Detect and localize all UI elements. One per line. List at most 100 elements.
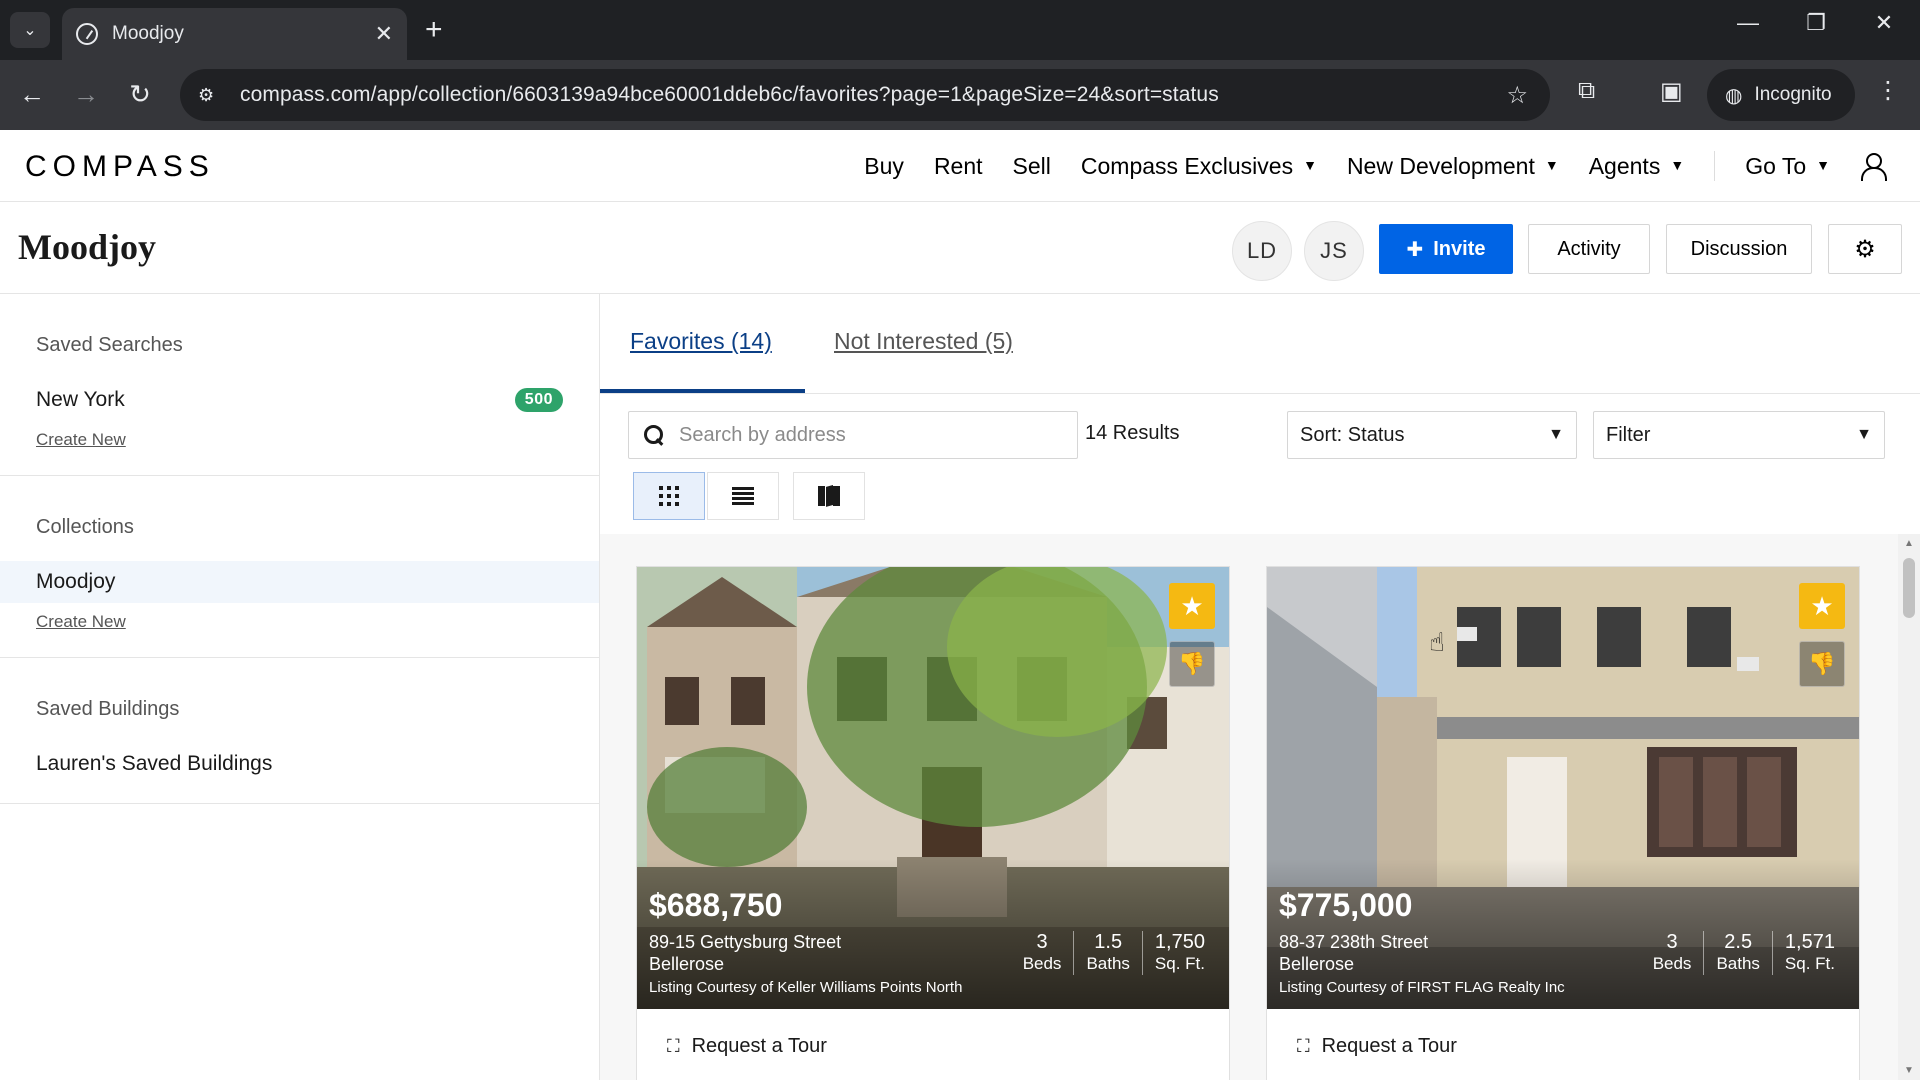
settings-button[interactable]: ⚙ (1828, 224, 1902, 274)
stat-value: 3 (1036, 931, 1048, 953)
incognito-label: Incognito (1754, 84, 1832, 105)
browser-tab-bar: ⌄ Moodjoy ✕ + — ❐ ✕ (0, 0, 1920, 60)
listing-photo[interactable]: ★ 👎 $688,750 89-15 Gettysburg Street Bel… (637, 567, 1229, 1009)
minimize-icon[interactable]: — (1718, 10, 1778, 36)
thumbs-down-icon[interactable]: 👎 (1799, 641, 1845, 687)
grid-icon (659, 486, 679, 506)
saved-buildings-section: Saved Buildings Lauren's Saved Buildings (0, 658, 599, 804)
sidebar-item-new-york[interactable]: New York 500 (0, 379, 599, 421)
avatar[interactable]: JS (1304, 221, 1364, 281)
listing-address[interactable]: 88-37 238th Street Bellerose (1279, 931, 1428, 975)
grid-view-button[interactable] (633, 472, 705, 520)
nav-buy[interactable]: Buy (864, 153, 904, 180)
listing-street: 88-37 238th Street (1279, 932, 1429, 952)
activity-button[interactable]: Activity (1528, 224, 1650, 274)
stat-label: Beds (1022, 954, 1062, 973)
favorite-star-icon[interactable]: ★ (1799, 583, 1845, 629)
address-bar[interactable]: ⚙ compass.com/app/collection/6603139a94b… (180, 69, 1550, 121)
collections-section: Collections Moodjoy Create New (0, 476, 599, 658)
create-new-collection-link[interactable]: Create New (0, 605, 599, 639)
invite-button[interactable]: ✚ Invite (1379, 224, 1513, 274)
request-tour-button[interactable]: ⛶ Request a Tour (667, 1035, 827, 1058)
discussion-button[interactable]: Discussion (1666, 224, 1812, 274)
list-icon (732, 487, 754, 505)
stat-label: Baths (1086, 954, 1130, 973)
listing-card[interactable]: ★ 👎 $688,750 89-15 Gettysburg Street Bel… (636, 566, 1230, 1080)
sidebar-item-saved-buildings[interactable]: Lauren's Saved Buildings (0, 743, 599, 785)
map-icon (818, 485, 841, 507)
browser-menu-icon[interactable]: ⋮ (1876, 76, 1900, 105)
compass-logo[interactable]: COMPASS (25, 150, 215, 184)
new-tab-button[interactable]: + (425, 12, 443, 48)
nav-go-to[interactable]: Go To ▼ (1745, 153, 1830, 180)
tab-not-interested[interactable]: Not Interested (5) (834, 328, 1013, 355)
results-count: 14 Results (1085, 422, 1180, 444)
back-arrow-icon[interactable]: ← (12, 74, 52, 114)
scroll-down-icon[interactable]: ▼ (1904, 1065, 1914, 1076)
forward-arrow-icon[interactable]: → (66, 74, 106, 114)
sort-label: Sort: Status (1300, 423, 1405, 446)
pointer-hand-icon: ☝ (1429, 627, 1445, 657)
listing-city: Bellerose (649, 954, 725, 974)
incognito-indicator[interactable]: ◍ Incognito (1707, 69, 1855, 121)
listing-stats: 3 Beds 2.5 Baths 1,571 Sq. Ft. (1641, 931, 1847, 975)
nav-divider (1714, 151, 1716, 181)
request-tour-button[interactable]: ⛶ Request a Tour (1297, 1035, 1457, 1058)
nav-sell[interactable]: Sell (1013, 153, 1051, 180)
scroll-thumb[interactable] (1903, 558, 1915, 618)
nav-rent[interactable]: Rent (934, 153, 983, 180)
tour-map-icon: ⛶ (1297, 1036, 1310, 1056)
listing-card[interactable]: ★ 👎 $775,000 88-37 238th Street Belleros… (1266, 566, 1860, 1080)
stat-value: 1.5 (1094, 931, 1123, 953)
tab-search-button[interactable]: ⌄ (10, 12, 50, 48)
discussion-label: Discussion (1690, 237, 1788, 260)
window-close-icon[interactable]: ✕ (1854, 10, 1914, 36)
site-info-icon[interactable]: ⚙ (198, 85, 222, 106)
extensions-icon[interactable]: ⧉ (1578, 77, 1595, 105)
activity-label: Activity (1557, 237, 1621, 260)
bookmark-star-icon[interactable]: ☆ (1506, 81, 1528, 110)
browser-tab[interactable]: Moodjoy ✕ (62, 8, 407, 60)
side-panel-icon[interactable]: ▣ (1660, 77, 1683, 106)
filter-select[interactable]: Filter ▼ (1593, 411, 1885, 459)
search-input[interactable] (679, 423, 1059, 447)
list-view-button[interactable] (707, 472, 779, 520)
invite-label: Invite (1433, 237, 1486, 260)
listing-address[interactable]: 89-15 Gettysburg Street Bellerose (649, 931, 841, 975)
stat-baths: 1.5 Baths (1073, 931, 1141, 975)
restore-icon[interactable]: ❐ (1786, 10, 1846, 36)
main-content: Favorites (14) Not Interested (5) 14 Res… (600, 294, 1920, 1080)
page-title: Moodjoy (18, 227, 156, 267)
nav-compass-exclusives[interactable]: Compass Exclusives ▼ (1081, 153, 1317, 180)
listing-stats: 3 Beds 1.5 Baths 1,750 Sq. Ft. (1011, 931, 1217, 975)
active-tab-indicator (600, 389, 805, 393)
stat-value: 3 (1666, 931, 1678, 953)
close-icon[interactable]: ✕ (375, 21, 393, 47)
sort-select[interactable]: Sort: Status ▼ (1287, 411, 1577, 459)
request-tour-label: Request a Tour (1321, 1035, 1457, 1057)
favorite-star-icon[interactable]: ★ (1169, 583, 1215, 629)
nav-new-development[interactable]: New Development ▼ (1347, 153, 1559, 180)
nav-agents[interactable]: Agents ▼ (1589, 153, 1684, 180)
sidebar-item-label: Lauren's Saved Buildings (36, 752, 273, 775)
tab-title: Moodjoy (112, 23, 184, 44)
incognito-icon: ◍ (1725, 84, 1743, 107)
sidebar-item-moodjoy[interactable]: Moodjoy (0, 561, 599, 603)
listing-photo[interactable]: ★ 👎 $775,000 88-37 238th Street Belleros… (1267, 567, 1859, 1009)
tab-favorites[interactable]: Favorites (14) (630, 328, 772, 355)
collection-tabs: Favorites (14) Not Interested (5) (600, 294, 1920, 394)
reload-icon[interactable]: ↻ (120, 74, 160, 114)
thumbs-down-icon[interactable]: 👎 (1169, 641, 1215, 687)
nav-agents-label: Agents (1588, 152, 1661, 179)
user-account-icon[interactable] (1860, 153, 1887, 181)
chevron-down-icon: ▼ (1548, 426, 1564, 443)
create-new-search-link[interactable]: Create New (0, 423, 599, 457)
scrollbar[interactable]: ▲ ▼ (1898, 534, 1920, 1080)
listing-courtesy: Listing Courtesy of FIRST FLAG Realty In… (1279, 979, 1565, 996)
avatar[interactable]: LD (1232, 221, 1292, 281)
listing-city: Bellerose (1279, 954, 1355, 974)
scroll-up-icon[interactable]: ▲ (1904, 538, 1914, 549)
map-view-button[interactable] (793, 472, 865, 520)
nav-sell-label: Sell (1012, 152, 1051, 179)
listing-price: $688,750 (649, 887, 783, 923)
